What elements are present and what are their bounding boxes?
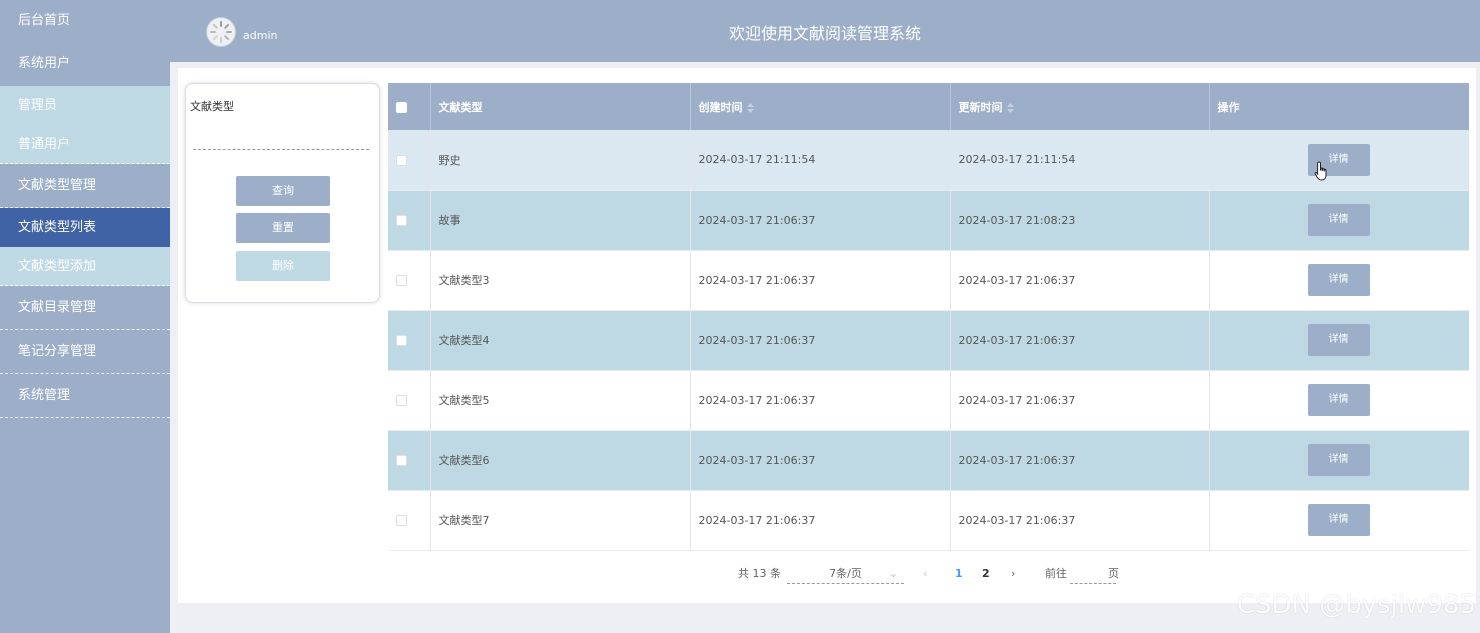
select-all-checkbox[interactable] bbox=[396, 101, 407, 113]
table-row[interactable]: 文献类型7 2024-03-17 21:06:37 2024-03-17 21:… bbox=[388, 490, 1469, 551]
next-page-button[interactable]: › bbox=[1011, 566, 1015, 582]
sidebar-item-system-management[interactable]: 系统管理 bbox=[0, 374, 170, 418]
page-size-select[interactable]: 7条/页 ⌄ bbox=[787, 566, 904, 584]
table-row[interactable]: 文献类型4 2024-03-17 21:06:37 2024-03-17 21:… bbox=[388, 310, 1469, 371]
sidebar: 后台首页 系统用户 管理员 普通用户 文献类型管理 文献类型列表 文献类型添加 … bbox=[0, 0, 170, 633]
detail-button[interactable]: 详情 bbox=[1307, 504, 1370, 536]
cell-created-time: 2024-03-17 21:06:37 bbox=[690, 430, 951, 491]
sidebar-item-doc-type-management[interactable]: 文献类型管理 bbox=[0, 164, 170, 208]
row-checkbox[interactable] bbox=[396, 515, 407, 526]
cell-doc-type: 故事 bbox=[430, 190, 691, 251]
sidebar-item-doc-type-add[interactable]: 文献类型添加 bbox=[0, 247, 170, 286]
table-header-row: 文献类型 创建时间 更新时间 操作 bbox=[388, 83, 1469, 130]
cell-created-time: 2024-03-17 21:06:37 bbox=[690, 370, 951, 431]
row-checkbox[interactable] bbox=[396, 335, 407, 346]
row-checkbox[interactable] bbox=[396, 275, 407, 286]
sidebar-item-normal-users[interactable]: 普通用户 bbox=[0, 125, 170, 164]
sidebar-item-home[interactable]: 后台首页 bbox=[0, 0, 170, 42]
page-1-button[interactable]: 1 bbox=[955, 566, 963, 582]
cell-doc-type: 文献类型5 bbox=[430, 370, 691, 431]
table-row[interactable]: 野史 2024-03-17 21:11:54 2024-03-17 21:11:… bbox=[388, 130, 1469, 191]
sidebar-item-note-share-management[interactable]: 笔记分享管理 bbox=[0, 330, 170, 374]
cell-created-time: 2024-03-17 21:06:37 bbox=[690, 190, 951, 251]
row-checkbox[interactable] bbox=[396, 395, 407, 406]
page-suffix-label: 页 bbox=[1108, 567, 1119, 580]
reset-button[interactable]: 重置 bbox=[236, 213, 330, 243]
cell-doc-type: 文献类型7 bbox=[430, 490, 691, 551]
header-created-time[interactable]: 创建时间 bbox=[690, 83, 951, 130]
cell-updated-time: 2024-03-17 21:06:37 bbox=[950, 490, 1210, 551]
table-row[interactable]: 文献类型3 2024-03-17 21:06:37 2024-03-17 21:… bbox=[388, 250, 1469, 311]
chevron-down-icon: ⌄ bbox=[888, 567, 898, 580]
detail-button[interactable]: 详情 bbox=[1307, 324, 1370, 356]
pagination-total: 共 13 条 bbox=[738, 567, 781, 580]
watermark: CSDN @bysjlw985 bbox=[1236, 590, 1476, 620]
cell-updated-time: 2024-03-17 21:06:37 bbox=[950, 430, 1210, 491]
row-checkbox[interactable] bbox=[396, 455, 407, 466]
cell-updated-time: 2024-03-17 21:06:37 bbox=[950, 310, 1210, 371]
main-content: 文献类型 查询 重置 删除 文献类型 创建时间 更新时间 操作 野史 2024-… bbox=[178, 68, 1476, 603]
detail-button[interactable]: 详情 bbox=[1307, 444, 1370, 476]
cell-doc-type: 文献类型6 bbox=[430, 430, 691, 491]
goto-label: 前往 bbox=[1045, 567, 1067, 580]
table-row[interactable]: 故事 2024-03-17 21:06:37 2024-03-17 21:08:… bbox=[388, 190, 1469, 251]
detail-button[interactable]: 详情 bbox=[1307, 264, 1370, 296]
detail-button[interactable]: 详情 bbox=[1307, 384, 1370, 416]
doc-type-table: 文献类型 创建时间 更新时间 操作 野史 2024-03-17 21:11:54… bbox=[388, 83, 1469, 551]
sidebar-item-doc-type-list[interactable]: 文献类型列表 bbox=[0, 208, 170, 247]
search-panel: 文献类型 查询 重置 删除 bbox=[185, 83, 380, 303]
sidebar-item-system-users[interactable]: 系统用户 bbox=[0, 42, 170, 86]
cell-created-time: 2024-03-17 21:06:37 bbox=[690, 310, 951, 371]
select-all-cell bbox=[388, 83, 431, 130]
doc-type-search-input[interactable] bbox=[193, 128, 369, 150]
sidebar-item-admins[interactable]: 管理员 bbox=[0, 86, 170, 125]
cell-created-time: 2024-03-17 21:06:37 bbox=[690, 490, 951, 551]
prev-page-button[interactable]: ‹ bbox=[923, 566, 927, 582]
header-doc-type: 文献类型 bbox=[430, 83, 691, 130]
cell-updated-time: 2024-03-17 21:06:37 bbox=[950, 250, 1210, 311]
page-2-button[interactable]: 2 bbox=[982, 566, 990, 582]
cell-updated-time: 2024-03-17 21:06:37 bbox=[950, 370, 1210, 431]
search-label: 文献类型 bbox=[190, 100, 234, 113]
cell-updated-time: 2024-03-17 21:11:54 bbox=[950, 130, 1210, 191]
detail-button[interactable]: 详情 bbox=[1307, 204, 1370, 236]
header-doc-type-label: 文献类型 bbox=[438, 100, 483, 114]
cell-doc-type: 野史 bbox=[430, 130, 691, 191]
header-actions: 操作 bbox=[1209, 83, 1469, 130]
row-checkbox[interactable] bbox=[396, 215, 407, 226]
sidebar-item-doc-catalog-management[interactable]: 文献目录管理 bbox=[0, 286, 170, 330]
cell-doc-type: 文献类型4 bbox=[430, 310, 691, 371]
page-size-value: 7条/页 bbox=[829, 567, 862, 580]
row-checkbox[interactable] bbox=[396, 154, 407, 166]
sort-icon[interactable] bbox=[1006, 102, 1014, 113]
header-updated-time[interactable]: 更新时间 bbox=[950, 83, 1210, 130]
cell-updated-time: 2024-03-17 21:08:23 bbox=[950, 190, 1210, 251]
cell-created-time: 2024-03-17 21:11:54 bbox=[690, 130, 951, 191]
header: admin 欢迎使用文献阅读管理系统 bbox=[170, 0, 1480, 62]
header-actions-label: 操作 bbox=[1217, 100, 1240, 114]
hand-cursor-icon bbox=[1314, 161, 1327, 181]
query-button[interactable]: 查询 bbox=[236, 176, 330, 206]
cell-created-time: 2024-03-17 21:06:37 bbox=[690, 250, 951, 311]
cell-doc-type: 文献类型3 bbox=[430, 250, 691, 311]
table-row[interactable]: 文献类型5 2024-03-17 21:06:37 2024-03-17 21:… bbox=[388, 370, 1469, 431]
page-title: 欢迎使用文献阅读管理系统 bbox=[728, 24, 921, 43]
header-updated-time-label: 更新时间 bbox=[958, 100, 1003, 114]
header-created-time-label: 创建时间 bbox=[698, 100, 743, 114]
delete-button[interactable]: 删除 bbox=[236, 251, 330, 281]
table-row[interactable]: 文献类型6 2024-03-17 21:06:37 2024-03-17 21:… bbox=[388, 430, 1469, 491]
sort-icon[interactable] bbox=[746, 102, 754, 113]
